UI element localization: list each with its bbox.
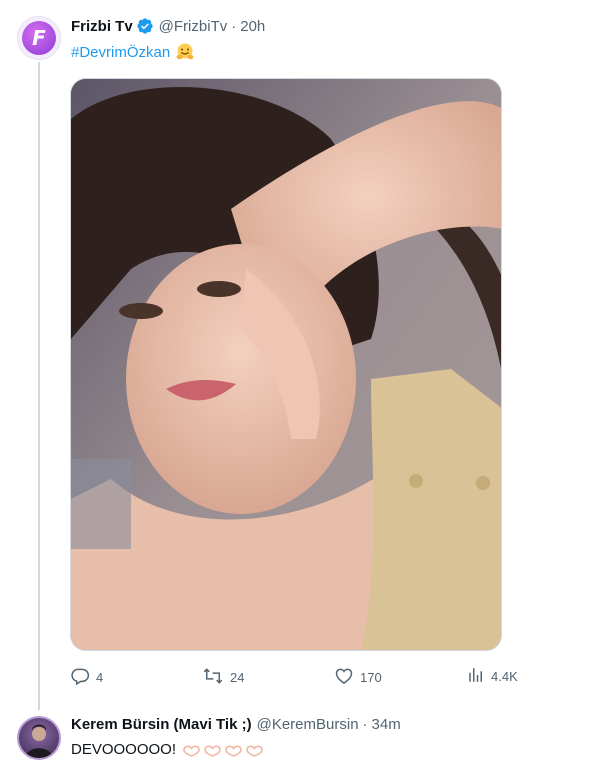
- author-avatar[interactable]: F: [17, 16, 61, 60]
- hand-heart-emoji-icon: [182, 743, 266, 757]
- views-button[interactable]: 4.4K: [467, 666, 518, 687]
- heart-icon: [334, 666, 354, 689]
- reply-header: Kerem Bürsin (Mavi Tik ;) @KeremBursin ·…: [71, 716, 401, 733]
- tweet-timestamp[interactable]: 20h: [240, 18, 265, 35]
- reply-author-avatar[interactable]: [17, 716, 61, 760]
- retweet-button[interactable]: 24: [202, 666, 244, 689]
- reply-text: DEVOOOOOO!: [71, 741, 266, 758]
- reply-text-content: DEVOOOOOO!: [71, 741, 177, 758]
- tweet-media-image[interactable]: [70, 78, 502, 651]
- thread-connector-line: [38, 62, 40, 710]
- tweet-text: #DevrimÖzkan: [71, 42, 195, 62]
- bar-chart-icon: [467, 666, 485, 687]
- views-count: 4.4K: [491, 669, 518, 684]
- like-count: 170: [360, 670, 382, 685]
- reply-author-handle[interactable]: @KeremBursin: [257, 716, 359, 733]
- reply-count: 4: [96, 670, 104, 685]
- avatar-logo-letter: F: [32, 26, 46, 50]
- selfie-photo: [71, 79, 501, 650]
- avatar-photo: [25, 724, 53, 758]
- verified-badge-icon[interactable]: [136, 17, 154, 35]
- author-name[interactable]: Frizbi Tv: [71, 18, 133, 35]
- reply-author-name[interactable]: Kerem Bürsin (Mavi Tik ;): [71, 716, 252, 733]
- reply-button[interactable]: 4: [70, 666, 103, 689]
- hashtag-link[interactable]: #DevrimÖzkan: [71, 44, 170, 61]
- tweet-header: Frizbi Tv @FrizbiTv · 20h: [71, 17, 265, 35]
- retweet-count: 24: [230, 670, 245, 685]
- hugging-face-emoji-icon: [175, 42, 195, 62]
- author-handle[interactable]: @FrizbiTv: [159, 18, 228, 35]
- retweet-icon: [202, 666, 224, 689]
- reply-timestamp[interactable]: 34m: [372, 716, 401, 733]
- like-button[interactable]: 170: [334, 666, 382, 689]
- reply-icon: [70, 666, 90, 689]
- avatar-logo: F: [22, 21, 56, 55]
- reply-meta-separator: ·: [362, 716, 368, 733]
- meta-separator: ·: [231, 17, 237, 35]
- tweet-action-bar: 4 24 170 4.4K: [70, 666, 540, 688]
